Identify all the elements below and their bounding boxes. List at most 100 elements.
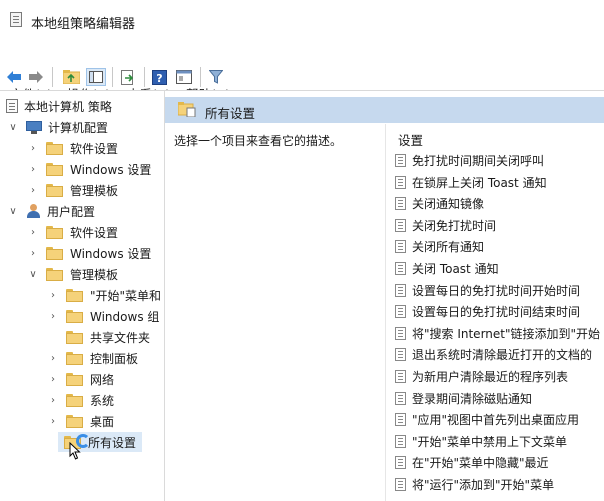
setting-row[interactable]: 关闭 Toast 通知 (395, 258, 499, 278)
policy-setting-icon (395, 239, 406, 253)
setting-label: 关闭通知镜像 (412, 196, 485, 211)
folder-icon (46, 267, 63, 281)
toolbar-separator (144, 67, 145, 87)
setting-label: 关闭所有通知 (412, 239, 485, 254)
setting-row[interactable]: 为新用户清除最近的程序列表 (395, 366, 568, 386)
policy-setting-icon (395, 347, 406, 361)
tree-item-label: 管理模板 (70, 183, 119, 198)
setting-row[interactable]: 关闭免打扰时间 (395, 215, 496, 235)
setting-row[interactable]: 关闭所有通知 (395, 236, 484, 256)
setting-row[interactable]: 关闭通知镜像 (395, 193, 484, 213)
setting-row[interactable]: 将"搜索 Internet"链接添加到"开始 (395, 323, 600, 343)
setting-row[interactable]: "开始"菜单中禁用上下文菜单 (395, 431, 567, 451)
folder-icon (46, 225, 63, 239)
chevron-down-icon[interactable]: ∨ (8, 122, 18, 133)
policy-setting-icon (395, 412, 406, 426)
setting-label: 将"搜索 Internet"链接添加到"开始 (412, 326, 601, 341)
chevron-right-icon[interactable]: › (28, 227, 38, 238)
folder-icon (46, 183, 63, 197)
tree-item-windows-settings[interactable]: › Windows 设置 (28, 159, 151, 179)
setting-label: 退出系统时清除最近打开的文档的 (412, 347, 593, 362)
chevron-right-icon[interactable]: › (28, 164, 38, 175)
setting-row[interactable]: 设置每日的免打扰时间开始时间 (395, 280, 580, 300)
policy-setting-icon (395, 175, 406, 189)
tree-item-label: 网络 (90, 372, 115, 387)
chevron-right-icon[interactable]: › (48, 395, 58, 406)
tree-computer-config-label: 计算机配置 (48, 120, 109, 135)
setting-label: "应用"视图中首先列出桌面应用 (412, 412, 580, 427)
settings-column-header[interactable]: 设置 (398, 130, 423, 149)
properties-icon[interactable] (175, 68, 193, 86)
tree-item-label: 桌面 (90, 414, 115, 429)
folder-icon (66, 330, 83, 344)
folder-icon (66, 414, 83, 428)
column-divider (385, 124, 386, 501)
tree-item-software-settings[interactable]: › 软件设置 (28, 138, 118, 158)
setting-row[interactable]: 设置每日的免打扰时间结束时间 (395, 301, 580, 321)
setting-row[interactable]: 在"开始"菜单中隐藏"最近 (395, 452, 549, 472)
chevron-down-icon[interactable]: ∨ (28, 269, 38, 280)
app-icon (10, 12, 22, 27)
tree-item-label: 软件设置 (70, 141, 119, 156)
policy-setting-icon (395, 218, 406, 232)
help-icon[interactable]: ? (151, 68, 167, 86)
tree-item-admin-templates[interactable]: ∨ 管理模板 (28, 264, 118, 284)
tree-item-label: 软件设置 (70, 225, 119, 240)
setting-label: 设置每日的免打扰时间结束时间 (412, 304, 581, 319)
chevron-right-icon[interactable]: › (48, 416, 58, 427)
tree-item-control-panel[interactable]: › 控制面板 (48, 348, 138, 368)
svg-text:?: ? (156, 72, 162, 85)
tree-item-windows-components[interactable]: › Windows 组 (48, 306, 159, 326)
setting-row[interactable]: 在锁屏上关闭 Toast 通知 (395, 172, 547, 192)
chevron-right-icon[interactable]: › (48, 353, 58, 364)
folder-icon (66, 393, 83, 407)
menu-bar: 文件(F) 操作(A) 查看(V) 帮助(H) (0, 40, 604, 102)
window-title: 本地组策略编辑器 (31, 17, 136, 32)
setting-row[interactable]: "应用"视图中首先列出桌面应用 (395, 409, 579, 429)
chevron-right-icon[interactable]: › (48, 311, 58, 322)
chevron-right-icon[interactable]: › (28, 143, 38, 154)
details-header-title: 所有设置 (205, 106, 256, 121)
setting-row[interactable]: 登录期间清除磁贴通知 (395, 388, 532, 408)
toolbar-separator (200, 67, 201, 87)
setting-row[interactable]: 将"运行"添加到"开始"菜单 (395, 474, 554, 494)
folder-icon (66, 372, 83, 386)
chevron-right-icon[interactable]: › (28, 248, 38, 259)
setting-row[interactable]: 免打扰时间期间关闭呼叫 (395, 150, 544, 170)
setting-label: 为新用户清除最近的程序列表 (412, 369, 569, 384)
filter-icon[interactable] (208, 68, 224, 86)
up-folder-icon[interactable] (62, 68, 80, 86)
tree-item-windows-settings[interactable]: › Windows 设置 (28, 243, 151, 263)
folder-icon (46, 162, 63, 176)
setting-label: "开始"菜单中禁用上下文菜单 (412, 434, 568, 449)
chevron-right-icon[interactable]: › (28, 185, 38, 196)
tree-item-software-settings[interactable]: › 软件设置 (28, 222, 118, 242)
chevron-right-icon[interactable]: › (48, 290, 58, 301)
show-tree-icon[interactable] (86, 68, 106, 86)
tree-item-shared-folders[interactable]: 共享文件夹 (48, 327, 150, 347)
export-icon[interactable] (120, 68, 136, 86)
chevron-right-icon[interactable]: › (48, 374, 58, 385)
tree-root[interactable]: 本地计算机 策略 (6, 96, 112, 116)
chevron-down-icon[interactable]: ∨ (8, 206, 18, 217)
tree-item-start-menu[interactable]: › "开始"菜单和 (48, 285, 161, 305)
setting-row[interactable]: 退出系统时清除最近打开的文档的 (395, 344, 592, 364)
tree-user-config[interactable]: ∨ 用户配置 (8, 201, 95, 221)
tree-item-label: Windows 设置 (70, 246, 152, 261)
folder-settings-icon (177, 101, 196, 118)
tree-item-admin-templates[interactable]: › 管理模板 (28, 180, 118, 200)
tree-item-desktop[interactable]: › 桌面 (48, 411, 114, 431)
setting-label: 设置每日的免打扰时间开始时间 (412, 283, 581, 298)
forward-icon[interactable] (28, 68, 44, 86)
mouse-cursor-icon (69, 442, 81, 460)
toolbar-separator (112, 67, 113, 87)
tree-item-network[interactable]: › 网络 (48, 369, 114, 389)
back-icon[interactable] (6, 68, 22, 86)
setting-label: 免打扰时间期间关闭呼叫 (412, 153, 545, 168)
policy-setting-icon (395, 261, 406, 275)
tree-computer-config[interactable]: ∨ 计算机配置 (8, 117, 108, 137)
policy-setting-icon (395, 196, 406, 210)
setting-label: 关闭 Toast 通知 (412, 261, 499, 276)
policy-setting-icon (395, 153, 406, 167)
tree-item-system[interactable]: › 系统 (48, 390, 114, 410)
